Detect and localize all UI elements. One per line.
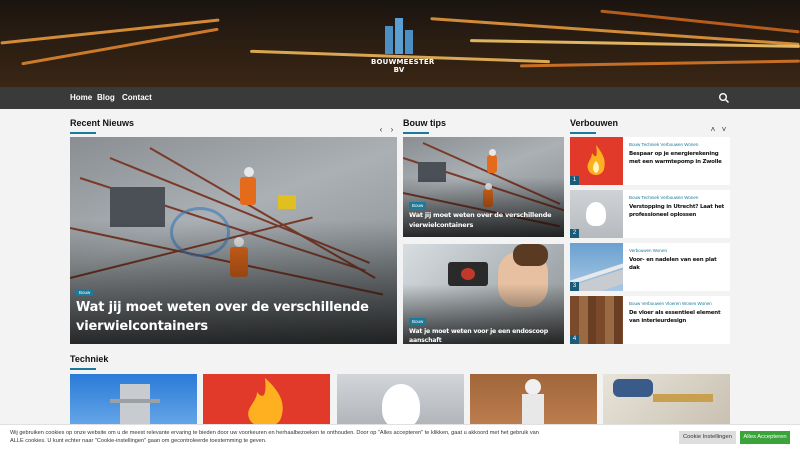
logo-text: BOUWMEESTER BV [371,58,435,74]
tips-headline-1[interactable]: Wat jij moet weten over de verschillende… [409,210,559,230]
chevron-down-icon[interactable]: ˅ [719,125,729,135]
techniek-card-2[interactable] [203,374,330,430]
list-number: 3 [570,282,579,291]
techniek-card-3[interactable] [337,374,464,430]
accept-all-button[interactable]: Alles Accepteren [740,431,790,444]
nav-contact[interactable]: Contact [122,87,152,109]
tips-card-1[interactable]: Bouw Wat jij moet weten over de verschil… [403,137,564,237]
list-number: 1 [570,176,579,185]
list-categories[interactable]: Bouw Techniek Verbouwen Wonen [629,142,698,147]
list-item[interactable]: 2 Bouw Techniek Verbouwen Wonen Verstopp… [570,190,730,238]
list-categories[interactable]: Verbouwen Wonen [629,248,667,253]
list-title[interactable]: Bespaar op je energierekening met een wa… [629,150,727,166]
cookie-text: Wij gebruiken cookies op onze website om… [10,430,539,444]
list-item[interactable]: 1 Bouw Techniek Verbouwen Wonen Bespaar … [570,137,730,185]
category-badge[interactable]: Bouw [409,202,427,209]
list-categories[interactable]: Bouw Techniek Verbouwen Wonen [629,195,698,200]
building-logo-icon [379,18,419,54]
section-title-tips: Bouw tips [403,118,446,134]
prev-arrow-icon[interactable]: ‹ [376,125,386,135]
category-badge[interactable]: Bouw [76,289,94,296]
category-badge[interactable]: Bouw [409,318,427,325]
featured-article[interactable]: Bouw Wat jij moet weten over de verschil… [70,137,397,344]
section-title-techniek: Techniek [70,354,108,370]
featured-headline[interactable]: Wat jij moet weten over de verschillende… [76,298,376,336]
chevron-up-icon[interactable]: ˄ [708,125,718,135]
list-item[interactable]: 4 Bouw Verbouwen Vloeren Wonen Wonen De … [570,296,730,344]
site-logo[interactable]: BOUWMEESTER BV [371,18,434,74]
nav-blog[interactable]: Blog [97,87,115,109]
tips-card-2[interactable]: Bouw Wat je moet weten voor je een endos… [403,244,564,344]
cookie-banner: Wij gebruiken cookies op onze website om… [0,424,800,450]
header-banner: BOUWMEESTER BV [0,0,800,87]
list-title[interactable]: Verstopping in Utrecht? Laat het profess… [629,203,727,219]
list-number: 4 [570,335,579,344]
search-icon[interactable] [718,92,730,104]
nav-home[interactable]: Home [70,87,92,109]
techniek-card-4[interactable] [470,374,597,430]
main-nav: Home Blog Contact [0,87,800,109]
section-title-verbouwen: Verbouwen [570,118,618,134]
cookie-settings-button[interactable]: Cookie Instellingen [679,431,736,444]
list-item[interactable]: 3 Verbouwen Wonen Voor- en nadelen van e… [570,243,730,291]
section-title-recent: Recent Nieuws [70,118,134,134]
list-number: 2 [570,229,579,238]
list-title[interactable]: De vloer als essentieel element van inte… [629,309,727,325]
techniek-card-5[interactable] [603,374,730,430]
tips-headline-2[interactable]: Wat je moet weten voor je een endoscoop … [409,327,559,344]
list-title[interactable]: Voor- en nadelen van een plat dak [629,256,727,272]
next-arrow-icon[interactable]: › [387,125,397,135]
list-categories[interactable]: Bouw Verbouwen Vloeren Wonen Wonen [629,301,712,306]
techniek-card-1[interactable] [70,374,197,430]
